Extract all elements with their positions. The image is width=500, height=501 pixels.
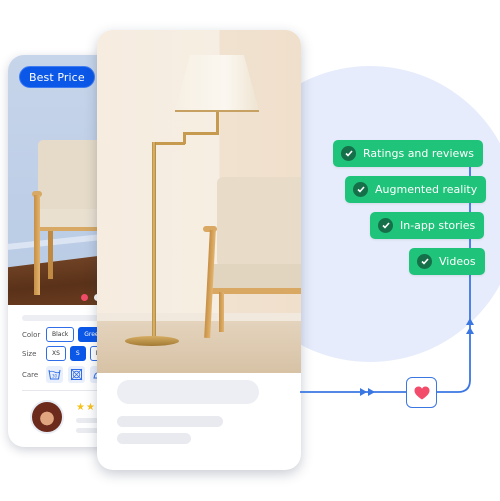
lamp-arm — [153, 142, 185, 145]
feature-in-app-stories: In-app stories — [370, 212, 485, 239]
product-photo — [97, 30, 301, 373]
floor — [97, 321, 301, 373]
lamp-arm — [216, 112, 219, 134]
arrow-right-icon — [360, 388, 367, 396]
feature-label: Ratings and reviews — [363, 147, 474, 160]
check-icon — [353, 182, 368, 197]
wash-30-icon: 30 — [46, 366, 63, 383]
lamp-shade — [175, 55, 259, 111]
size-chip-xs[interactable]: XS — [46, 346, 66, 361]
feature-label: In-app stories — [400, 219, 476, 232]
size-chip-s[interactable]: S — [69, 346, 86, 361]
best-price-badge: Best Price — [19, 66, 95, 88]
arrow-up-icon — [466, 327, 474, 334]
feature-label: Videos — [439, 255, 476, 268]
chair-leg — [34, 195, 40, 295]
heart-icon — [414, 386, 429, 399]
feature-augmented-reality: Augmented reality — [345, 176, 487, 203]
title-placeholder — [117, 380, 259, 404]
chair-leg — [219, 292, 224, 332]
product-card — [97, 30, 301, 470]
reviewer-avatar — [30, 400, 64, 434]
baseboard — [97, 313, 301, 321]
color-chip-black[interactable]: Black — [46, 327, 75, 342]
lamp-base — [125, 336, 179, 346]
feature-ratings-reviews: Ratings and reviews — [333, 140, 483, 167]
text-placeholder — [117, 416, 223, 427]
feature-videos: Videos — [409, 248, 485, 275]
lamp-pole — [152, 142, 156, 340]
star-icon: ★ — [76, 402, 85, 413]
svg-text:30: 30 — [52, 374, 58, 379]
carousel-dot-active[interactable] — [81, 294, 88, 301]
size-label: Size — [22, 349, 37, 358]
chair-leg — [48, 231, 53, 279]
check-icon — [378, 218, 393, 233]
color-label: Color — [22, 330, 41, 339]
do-not-tumble-dry-icon — [68, 366, 85, 383]
care-label: Care — [22, 370, 39, 379]
chair-back-cushion — [217, 177, 301, 267]
feature-label: Augmented reality — [375, 183, 478, 196]
chair-seat-cushion — [209, 264, 301, 288]
star-icon: ★ — [85, 402, 95, 413]
check-icon — [341, 146, 356, 161]
favorite-node — [406, 377, 437, 408]
lamp-arm — [183, 132, 219, 135]
arrow-right-icon — [368, 388, 375, 396]
check-icon — [417, 254, 432, 269]
text-placeholder — [117, 433, 191, 444]
